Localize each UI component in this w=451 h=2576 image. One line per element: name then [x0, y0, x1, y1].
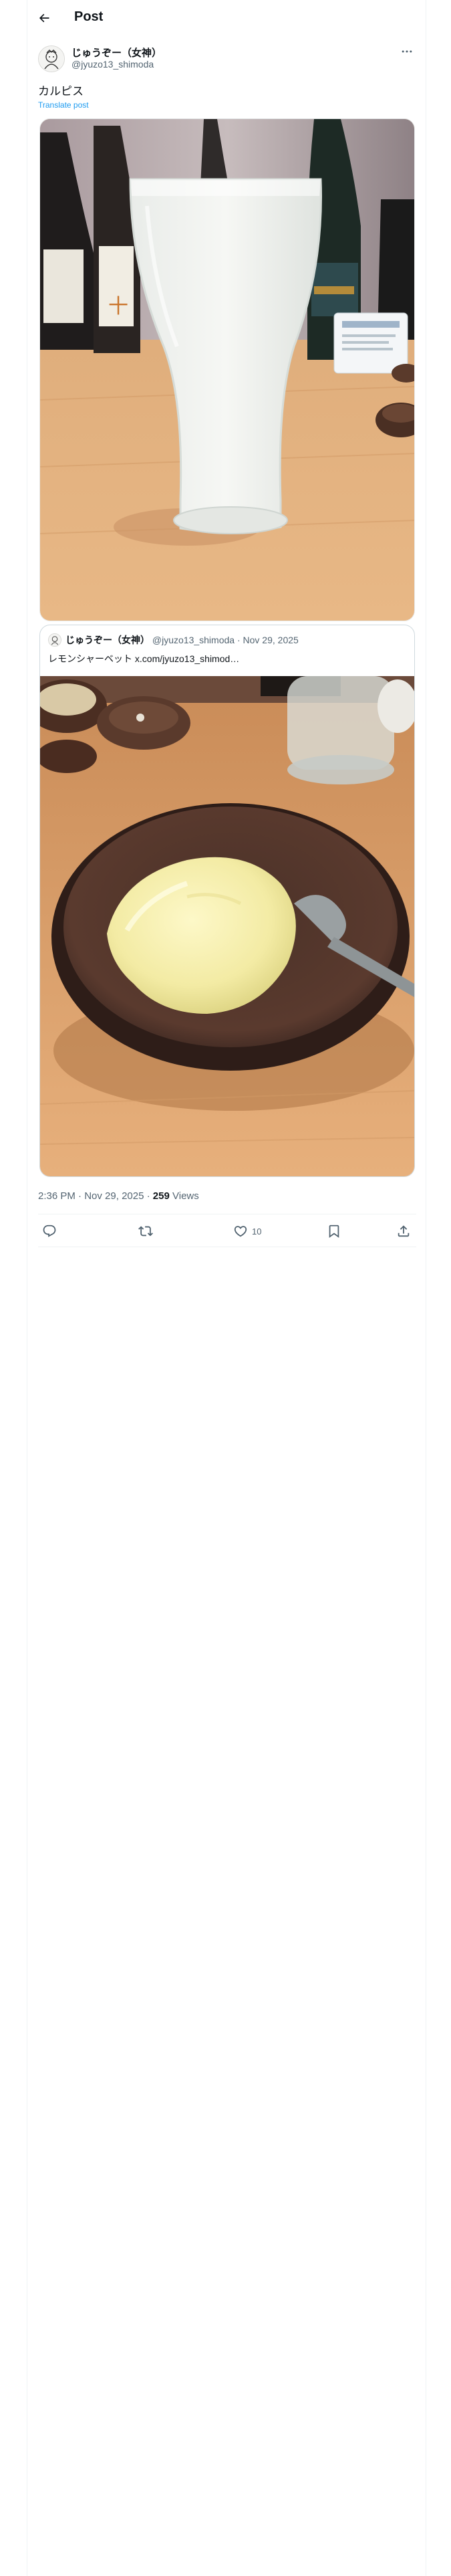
reply-button[interactable]	[42, 1224, 61, 1239]
quoted-separator: ·	[237, 635, 241, 645]
quoted-post[interactable]: じゅうぞー（女神） @jyuzo13_shimoda · Nov 29, 202…	[39, 625, 415, 1177]
quoted-text: レモンシャーベット x.com/jyuzo13_shimod…	[48, 653, 240, 664]
repost-icon	[138, 1226, 153, 1237]
back-button[interactable]	[33, 7, 55, 29]
svg-text:十: 十	[108, 295, 128, 318]
primary-column: Post じゅうぞー（女神） @jyuzo13_shimoda カルピス Tra…	[27, 0, 426, 2576]
share-button[interactable]	[396, 1224, 411, 1239]
repost-button[interactable]	[138, 1224, 157, 1239]
quoted-display-name: じゅうぞー（女神）	[65, 635, 150, 645]
post-photo[interactable]: 十	[39, 118, 415, 621]
avatar[interactable]	[38, 45, 65, 72]
reply-icon	[43, 1224, 56, 1237]
quoted-handle: @jyuzo13_shimoda	[152, 635, 235, 645]
like-count: 10	[252, 1226, 262, 1237]
quoted-avatar-image	[49, 634, 61, 646]
arrow-left-icon	[39, 13, 49, 23]
post-author: じゅうぞー（女神） @jyuzo13_shimoda	[38, 44, 416, 74]
author-display-name[interactable]: じゅうぞー（女神）	[71, 45, 162, 60]
translate-post-link[interactable]: Translate post	[38, 100, 89, 110]
share-icon	[398, 1225, 410, 1237]
photo-glass-calpis: 十	[40, 119, 414, 621]
post-time[interactable]: 2:36 PM	[38, 1190, 76, 1202]
photo-lemon-sherbet	[40, 676, 414, 1176]
post-text: カルピス	[38, 85, 84, 98]
heart-icon	[234, 1226, 247, 1237]
quoted-avatar	[48, 633, 61, 647]
page: Post じゅうぞー（女神） @jyuzo13_shimoda カルピス Tra…	[0, 0, 451, 2576]
views-label: Views	[172, 1190, 199, 1202]
avatar-image	[39, 46, 64, 72]
more-options-button[interactable]	[398, 44, 416, 59]
post-meta: 2:36 PM · Nov 29, 2025 · 259 Views	[38, 1190, 199, 1202]
views-count: 259	[152, 1190, 170, 1202]
post-date[interactable]: Nov 29, 2025	[84, 1190, 144, 1202]
page-title: Post	[74, 9, 104, 24]
more-horizontal-icon	[402, 50, 412, 53]
like-button[interactable]: 10	[233, 1224, 261, 1239]
top-bar: Post	[27, 0, 426, 35]
quoted-photo	[40, 676, 414, 1176]
quoted-header: じゅうぞー（女神） @jyuzo13_shimoda · Nov 29, 202…	[65, 633, 299, 647]
meta-separator: ·	[78, 1190, 82, 1202]
bookmark-button[interactable]	[327, 1224, 345, 1239]
action-bar: 10	[38, 1216, 416, 1247]
meta-separator-2: ·	[146, 1190, 150, 1202]
bookmark-icon	[329, 1224, 339, 1239]
quoted-date: Nov 29, 2025	[243, 635, 299, 645]
author-handle[interactable]: @jyuzo13_shimoda	[71, 59, 154, 70]
